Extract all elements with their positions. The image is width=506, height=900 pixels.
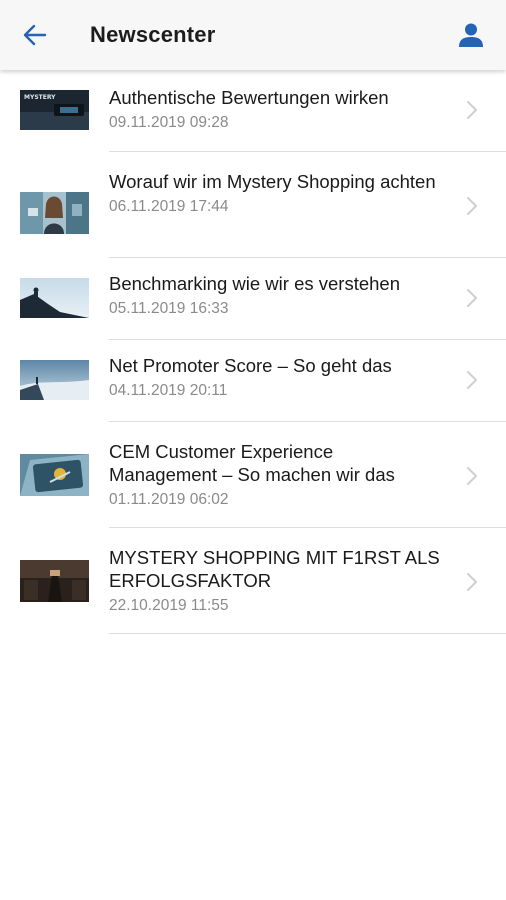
chevron-right-icon bbox=[467, 467, 477, 485]
news-thumbnail bbox=[20, 454, 89, 496]
chevron-right-icon bbox=[467, 197, 477, 215]
news-date: 22.10.2019 11:55 bbox=[109, 597, 229, 614]
news-item[interactable]: Worauf wir im Mystery Shopping achten 06… bbox=[0, 152, 506, 258]
news-date: 04.11.2019 20:11 bbox=[109, 382, 228, 399]
news-title: Benchmarking wie wir es verstehen bbox=[109, 273, 400, 294]
news-date: 01.11.2019 06:02 bbox=[109, 491, 229, 508]
news-item[interactable]: MYSTERY Authentische Bewertungen wirken … bbox=[0, 72, 506, 152]
news-thumbnail: MYSTERY bbox=[20, 90, 89, 130]
news-title: Net Promoter Score – So geht das bbox=[109, 355, 392, 376]
news-date: 06.11.2019 17:44 bbox=[109, 198, 229, 215]
news-thumbnail bbox=[20, 192, 89, 234]
chevron-right-icon bbox=[467, 371, 477, 389]
news-thumbnail bbox=[20, 278, 89, 318]
news-item[interactable]: Net Promoter Score – So geht das 04.11.2… bbox=[0, 340, 506, 422]
back-button[interactable] bbox=[18, 20, 52, 50]
news-list: MYSTERY Authentische Bewertungen wirken … bbox=[0, 72, 506, 634]
page-title: Newscenter bbox=[90, 22, 216, 47]
news-thumbnail bbox=[20, 560, 89, 602]
news-date: 09.11.2019 09:28 bbox=[109, 114, 229, 131]
news-title: CEM Customer Experience Management – So … bbox=[109, 441, 395, 485]
news-item[interactable]: Benchmarking wie wir es verstehen 05.11.… bbox=[0, 258, 506, 340]
chevron-right-icon bbox=[467, 289, 477, 307]
thumbnail-text: MYSTERY bbox=[24, 94, 56, 101]
news-thumbnail bbox=[20, 360, 89, 400]
person-icon bbox=[459, 23, 483, 47]
news-title: MYSTERY SHOPPING MIT F1RST ALS ERFOLGSFA… bbox=[109, 547, 440, 591]
divider bbox=[109, 633, 506, 634]
chevron-right-icon bbox=[467, 101, 477, 119]
news-title: Authentische Bewertungen wirken bbox=[109, 87, 389, 108]
news-title: Worauf wir im Mystery Shopping achten bbox=[109, 171, 436, 192]
news-item[interactable]: MYSTERY SHOPPING MIT F1RST ALS ERFOLGSFA… bbox=[0, 528, 506, 634]
app-bar: Newscenter bbox=[0, 0, 506, 70]
news-date: 05.11.2019 16:33 bbox=[109, 300, 229, 317]
chevron-right-icon bbox=[467, 573, 477, 591]
profile-button[interactable] bbox=[454, 18, 488, 52]
news-item[interactable]: CEM Customer Experience Management – So … bbox=[0, 422, 506, 528]
arrow-left-icon bbox=[23, 24, 47, 46]
